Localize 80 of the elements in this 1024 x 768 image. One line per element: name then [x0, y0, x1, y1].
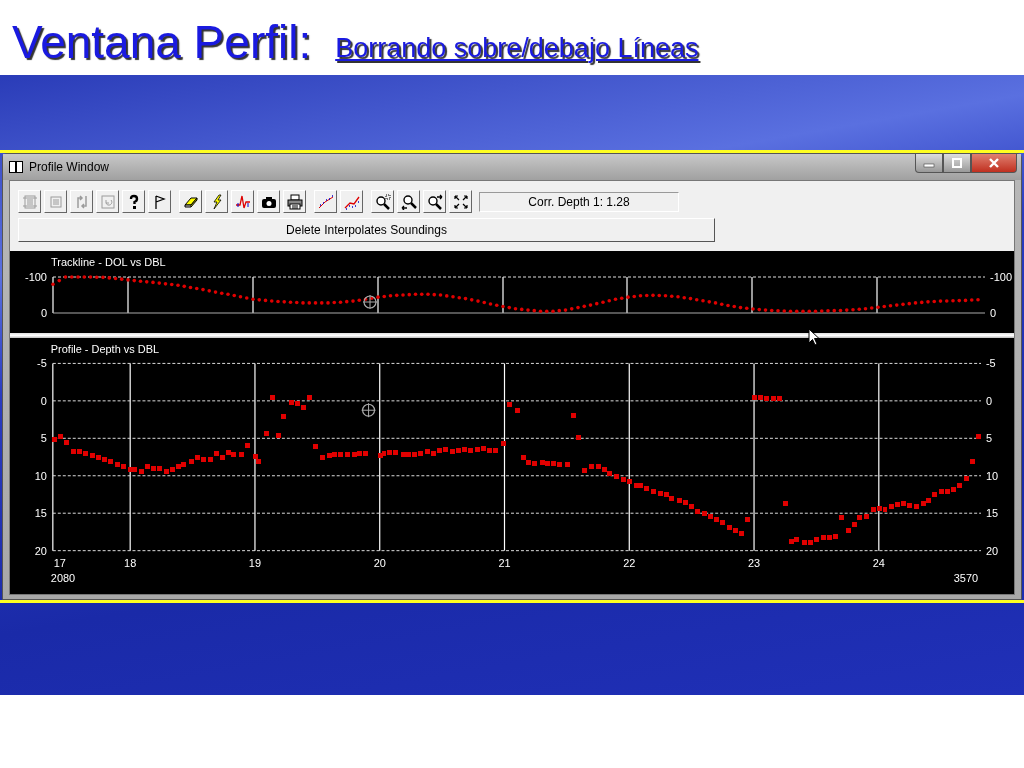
toolbar-button[interactable] [371, 190, 394, 213]
spike-graph-icon [234, 193, 251, 210]
toolbar-button[interactable] [205, 190, 228, 213]
data-point [501, 441, 506, 447]
crosshair-icon [361, 402, 377, 418]
window-title: Profile Window [29, 160, 111, 174]
toolbar-button[interactable] [449, 190, 472, 213]
data-point [280, 414, 286, 420]
toolbar-button[interactable] [283, 190, 306, 213]
axis-label: 23 [747, 556, 761, 569]
dotted-line-icon [317, 193, 334, 210]
data-point [575, 435, 581, 441]
maximize-button[interactable] [943, 154, 971, 173]
data-point [306, 395, 312, 401]
toolbar-button[interactable] [257, 190, 280, 213]
data-point [239, 452, 245, 458]
toolbar-button[interactable] [397, 190, 420, 213]
axis-label: 5 [986, 432, 993, 445]
toolbar-button[interactable] [122, 190, 145, 213]
axis-label: 19 [248, 556, 262, 569]
axis-label: 18 [124, 556, 137, 569]
chart-title: Trackline - DOL vs DBL [51, 256, 166, 268]
toolbar-button[interactable] [179, 190, 202, 213]
axis-label: 21 [498, 556, 511, 569]
delete-interpolates-button[interactable]: Delete Interpolates Soundings [18, 218, 715, 242]
axis-label: 15 [986, 507, 999, 520]
axis-label: 15 [34, 507, 47, 520]
list-icon [47, 193, 64, 210]
data-point [782, 500, 788, 506]
close-button[interactable] [971, 154, 1017, 173]
slide-subtitle: Borrando sobre/debajo Líneas [335, 35, 699, 65]
data-point [838, 514, 844, 520]
chart-title: Profile - Depth vs DBL [50, 343, 160, 356]
expand-arrows-icon [452, 193, 469, 210]
data-point [564, 462, 570, 467]
data-point [507, 402, 512, 408]
axis-label: 22 [623, 556, 636, 569]
data-point [745, 516, 751, 522]
slide-title: Ventana Perfil: [12, 19, 312, 65]
data-point [245, 443, 251, 449]
range-label: 2080 [50, 571, 76, 584]
axis-label: 0 [986, 394, 993, 407]
axis-label: 17 [53, 556, 66, 569]
magnifier-icon [374, 193, 391, 210]
book-icon [9, 161, 23, 173]
toolbar-button[interactable] [148, 190, 171, 213]
mouse-pointer-icon [808, 328, 820, 346]
axis-label: 0 [40, 394, 47, 407]
axis-label: 0 [990, 307, 997, 319]
maximize-icon [951, 158, 963, 168]
range-label: 3570 [953, 571, 979, 584]
depth-readout: Corr. Depth 1: 1.28 [479, 191, 679, 212]
axis-label: 5 [40, 432, 47, 445]
toolbar-button[interactable] [423, 190, 446, 213]
axis-label: 10 [34, 469, 47, 482]
axis-label: -100 [24, 271, 47, 283]
axis-label: -5 [986, 357, 996, 370]
data-point [312, 444, 318, 450]
data-point [515, 408, 520, 414]
crosshair-icon [362, 294, 378, 310]
printer-icon [286, 193, 303, 210]
axis-label: -5 [37, 357, 47, 370]
magnifier-icon [400, 193, 417, 210]
data-point [269, 395, 275, 401]
axis-label: -100 [990, 271, 1013, 283]
minimize-button[interactable] [915, 154, 943, 173]
frame-icon [21, 193, 38, 210]
data-point [970, 459, 976, 464]
axis-label: 10 [986, 469, 999, 482]
data-point [264, 431, 269, 437]
close-icon [988, 158, 1000, 168]
magnifier-icon [426, 193, 443, 210]
axis-label: 20 [373, 556, 386, 569]
axis-label: 24 [872, 556, 885, 569]
data-point [570, 413, 576, 419]
axis-label: 0 [40, 307, 47, 319]
data-point [275, 433, 281, 439]
data-point [976, 434, 982, 440]
axis-label: 20 [986, 544, 999, 557]
axis-label: 20 [34, 544, 47, 557]
